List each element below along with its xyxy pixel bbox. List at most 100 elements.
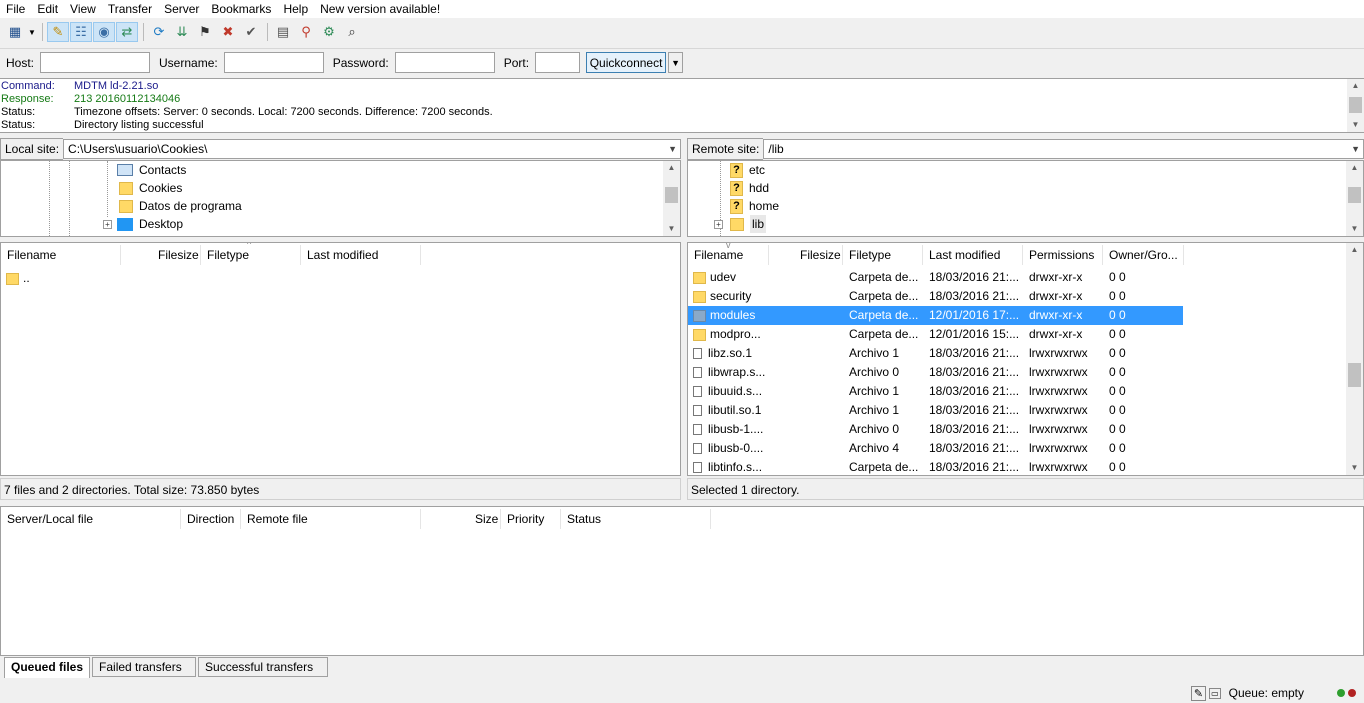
scroll-thumb[interactable] <box>1349 97 1362 113</box>
tree-item-etc[interactable]: ? etc <box>730 161 765 179</box>
scroll-up-icon[interactable]: ▲ <box>1346 161 1363 175</box>
column-header-filename[interactable]: Filename <box>7 243 56 267</box>
table-row[interactable]: libusb-1.... Archivo 0 18/03/2016 21:... lr… <box>688 420 1183 439</box>
sync-browse-icon[interactable]: ⚲ <box>295 22 317 42</box>
scroll-down-icon[interactable]: ▼ <box>1347 118 1364 132</box>
expand-icon[interactable]: + <box>714 220 723 229</box>
column-header-size[interactable]: Size <box>475 507 498 531</box>
scroll-down-icon[interactable]: ▼ <box>1346 461 1363 475</box>
column-header-last-modified[interactable]: Last modified <box>307 243 378 267</box>
tree-item-home[interactable]: ? home <box>730 197 779 215</box>
scroll-thumb[interactable] <box>665 187 678 203</box>
site-manager-icon[interactable]: ▦ <box>4 22 26 42</box>
tree-item-hdd[interactable]: ? hdd <box>730 179 769 197</box>
local-path-combo[interactable]: C:\Users\usuario\Cookies\ ▼ <box>63 139 681 159</box>
symlink-file-icon <box>693 386 702 398</box>
log-value: MDTM ld-2.21.so <box>74 80 159 92</box>
scroll-thumb[interactable] <box>1348 363 1361 387</box>
column-header-priority[interactable]: Priority <box>507 507 544 531</box>
disconnect-icon[interactable]: ✖ <box>217 22 239 42</box>
quickconnect-button[interactable]: Quickconnect <box>586 52 667 73</box>
filter-icon[interactable]: ▤ <box>272 22 294 42</box>
table-row[interactable]: libusb-0.... Archivo 4 18/03/2016 21:... lr… <box>688 439 1183 458</box>
host-input[interactable] <box>40 52 151 73</box>
column-header-filesize[interactable]: Filesize <box>158 243 199 267</box>
column-header-filetype[interactable]: Filetype <box>849 243 891 267</box>
table-row[interactable]: libtinfo.s... Carpeta de... 18/03/2016 21:… <box>688 458 1183 475</box>
column-header-owner-group[interactable]: Owner/Gro... <box>1109 243 1178 267</box>
toggle-queue-icon[interactable]: ⇄ <box>116 22 138 42</box>
log-line: Status: Directory listing successful <box>0 119 1364 132</box>
column-header-filename[interactable]: Filename <box>694 243 743 267</box>
chevron-down-icon[interactable]: ▼ <box>668 140 677 158</box>
reconnect-icon[interactable]: ✔ <box>240 22 262 42</box>
cancel-icon[interactable]: ⚑ <box>194 22 216 42</box>
menu-transfer[interactable]: Transfer <box>102 0 158 18</box>
folder-icon <box>119 181 133 195</box>
table-row[interactable]: libwrap.s... Archivo 0 18/03/2016 21:... lr… <box>688 363 1183 382</box>
table-row[interactable]: udev Carpeta de... 18/03/2016 21:... drwxr-… <box>688 268 1183 287</box>
cell-type: Carpeta de... <box>849 460 919 474</box>
tree-item-label: hdd <box>749 181 770 195</box>
local-tree-scrollbar[interactable]: ▲ ▼ <box>663 161 680 236</box>
menu-bookmarks[interactable]: Bookmarks <box>205 0 277 18</box>
scroll-up-icon[interactable]: ▲ <box>1346 243 1363 257</box>
table-row[interactable]: modules Carpeta de... 12/01/2016 17:... drw… <box>688 306 1183 325</box>
cell-type: Archivo 1 <box>849 403 900 417</box>
tree-item-desktop[interactable]: Desktop <box>117 215 183 233</box>
column-header-permissions[interactable]: Permissions <box>1029 243 1094 267</box>
column-header-remote-file[interactable]: Remote file <box>247 507 308 531</box>
remote-path-combo[interactable]: /lib ▼ <box>763 139 1364 159</box>
remote-list-scrollbar[interactable]: ▲ ▼ <box>1346 243 1363 475</box>
table-row[interactable]: libz.so.1 Archivo 1 18/03/2016 21:... lrwxr… <box>688 344 1183 363</box>
local-path-text: C:\Users\usuario\Cookies\ <box>68 142 208 156</box>
toggle-remote-tree-icon[interactable]: ◉ <box>93 22 115 42</box>
tree-item-datos[interactable]: Datos de programa <box>119 197 242 215</box>
tree-item-contacts[interactable]: Contacts <box>117 161 186 179</box>
menu-file[interactable]: File <box>0 0 31 18</box>
scroll-thumb[interactable] <box>1348 187 1361 203</box>
site-manager-dropdown-icon[interactable]: ▼ <box>27 22 37 42</box>
column-header-filetype[interactable]: Filetype <box>207 243 249 267</box>
search-icon[interactable]: ⌕ <box>341 22 363 42</box>
column-header-server-local-file[interactable]: Server/Local file <box>7 507 93 531</box>
table-row[interactable]: modpro... Carpeta de... 12/01/2016 15:... d… <box>688 325 1183 344</box>
scroll-down-icon[interactable]: ▼ <box>1346 222 1363 236</box>
column-header-last-modified[interactable]: Last modified <box>929 243 1000 267</box>
table-row[interactable]: libuuid.s... Archivo 1 18/03/2016 21:... lr… <box>688 382 1183 401</box>
menu-help[interactable]: Help <box>277 0 314 18</box>
tree-item-lib[interactable]: lib <box>730 215 767 233</box>
menu-edit[interactable]: Edit <box>31 0 64 18</box>
chevron-down-icon[interactable]: ▼ <box>1351 140 1360 158</box>
table-row[interactable]: security Carpeta de... 18/03/2016 21:... dr… <box>688 287 1183 306</box>
tab-failed-transfers[interactable]: Failed transfers <box>92 657 197 677</box>
scroll-up-icon[interactable]: ▲ <box>1347 79 1364 93</box>
menu-server[interactable]: Server <box>158 0 205 18</box>
tree-item-cookies[interactable]: Cookies <box>119 179 182 197</box>
menu-view[interactable]: View <box>64 0 102 18</box>
scroll-down-icon[interactable]: ▼ <box>663 222 680 236</box>
port-input[interactable] <box>535 52 581 73</box>
username-input[interactable] <box>223 52 324 73</box>
tab-queued-files[interactable]: Queued files <box>4 657 91 678</box>
scroll-up-icon[interactable]: ▲ <box>663 161 680 175</box>
column-header-status[interactable]: Status <box>567 507 601 531</box>
column-header-filesize[interactable]: Filesize <box>800 243 841 267</box>
unknown-folder-icon: ? <box>730 180 743 196</box>
log-scrollbar[interactable]: ▲ ▼ <box>1347 79 1364 132</box>
process-queue-icon[interactable]: ⇊ <box>171 22 193 42</box>
menu-new-version[interactable]: New version available! <box>314 0 446 18</box>
table-row[interactable]: libutil.so.1 Archivo 1 18/03/2016 21:... lr… <box>688 401 1183 420</box>
toggle-log-icon[interactable]: ✎ <box>47 22 69 42</box>
compare-icon[interactable]: ⚙ <box>318 22 340 42</box>
password-input[interactable] <box>394 52 495 73</box>
remote-tree-scrollbar[interactable]: ▲ ▼ <box>1346 161 1363 236</box>
local-tree: Contacts Cookies Datos de programa + Des… <box>0 160 681 237</box>
refresh-icon[interactable]: ⟳ <box>148 22 170 42</box>
table-row[interactable]: .. <box>1 269 201 288</box>
column-header-direction[interactable]: Direction <box>187 507 234 531</box>
expand-icon[interactable]: + <box>103 220 112 229</box>
tab-successful-transfers[interactable]: Successful transfers <box>198 657 329 677</box>
toggle-local-tree-icon[interactable]: ☷ <box>70 22 92 42</box>
quickconnect-dropdown-icon[interactable]: ▼ <box>668 52 684 73</box>
